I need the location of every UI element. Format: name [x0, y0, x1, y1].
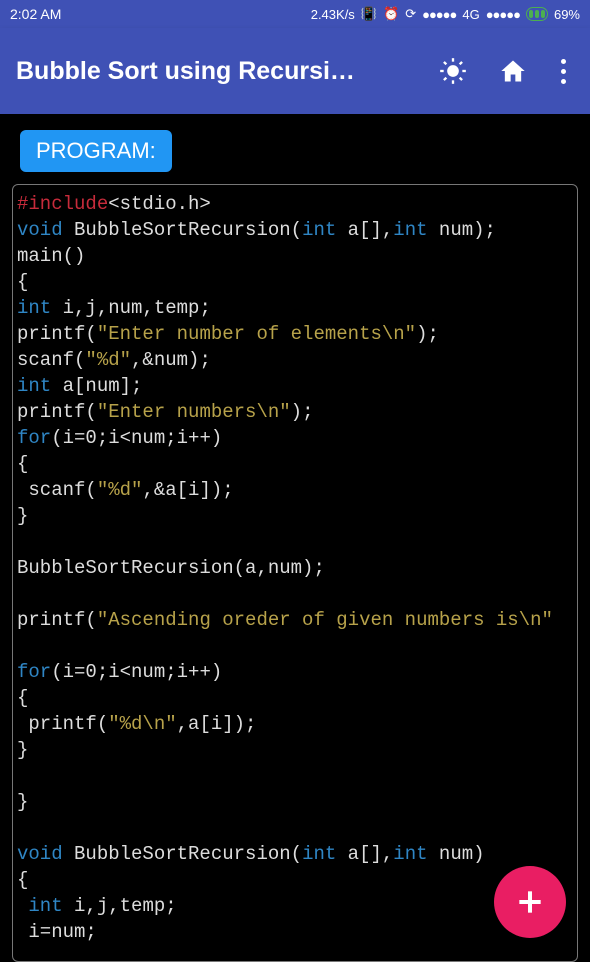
content-area: PROGRAM: #include<stdio.h> void BubbleSo…	[0, 114, 590, 962]
status-right-cluster: 2.43K/s 📳 ⏰ ⟳ ●●●●● 4G ●●●●● 69%	[311, 6, 580, 22]
code-token: i=num;	[17, 921, 97, 943]
code-token: ,&num);	[131, 349, 211, 371]
code-token: {	[17, 687, 28, 709]
code-token: int	[393, 219, 427, 241]
code-token	[17, 895, 28, 917]
code-token: ,a[i]);	[177, 713, 257, 735]
code-token: printf(	[17, 609, 97, 631]
code-token: {	[17, 453, 28, 475]
code-token: "Enter numbers\n"	[97, 401, 291, 423]
code-token: BubbleSortRecursion(	[63, 219, 302, 241]
code-token: int	[17, 297, 51, 319]
code-token: scanf(	[17, 479, 97, 501]
code-token: "%d\n"	[108, 713, 176, 735]
code-token: scanf(	[17, 349, 85, 371]
code-token: a[],	[336, 219, 393, 241]
status-battery-pct: 69%	[554, 7, 580, 22]
alarm-icon: ⏰	[383, 6, 399, 22]
brightness-icon[interactable]	[437, 55, 469, 87]
code-token: printf(	[17, 713, 108, 735]
code-token: int	[393, 843, 427, 865]
code-token: num)	[428, 843, 485, 865]
code-token: );	[416, 323, 439, 345]
code-token: (i=0;i<num;i++)	[51, 427, 222, 449]
home-icon[interactable]	[497, 55, 529, 87]
code-token: a[],	[336, 843, 393, 865]
add-fab[interactable]	[494, 866, 566, 938]
sync-icon: ⟳	[405, 6, 416, 22]
battery-icon	[526, 7, 548, 21]
code-token: i,j,temp;	[63, 895, 177, 917]
code-token: }	[17, 505, 28, 527]
code-token: #include	[17, 193, 108, 215]
status-network-label: 4G	[462, 7, 479, 22]
code-token: (i=0;i<num;i++)	[51, 661, 222, 683]
code-token: {	[17, 271, 28, 293]
code-token: for	[17, 661, 51, 683]
code-token: a[num];	[51, 375, 142, 397]
code-token: int	[302, 843, 336, 865]
code-token: "Enter number of elements\n"	[97, 323, 416, 345]
code-token: for	[17, 427, 51, 449]
code-token: int	[28, 895, 62, 917]
code-token: printf(	[17, 323, 97, 345]
app-bar: Bubble Sort using Recursi…	[0, 28, 590, 114]
code-token: }	[17, 739, 28, 761]
code-token: );	[291, 401, 314, 423]
program-section-label: PROGRAM:	[20, 130, 172, 172]
code-block[interactable]: #include<stdio.h> void BubbleSortRecursi…	[12, 184, 578, 962]
code-token: BubbleSortRecursion(a,num);	[17, 557, 325, 579]
code-token: i,j,num,temp;	[51, 297, 211, 319]
code-token: void	[17, 219, 63, 241]
code-token: "%d"	[97, 479, 143, 501]
code-token: ,&a[i]);	[142, 479, 233, 501]
code-token: {	[17, 869, 28, 891]
code-token: "%d"	[85, 349, 131, 371]
code-token: int	[302, 219, 336, 241]
code-token: int	[17, 375, 51, 397]
code-token: main()	[17, 245, 85, 267]
signal-icon: ●●●●●	[422, 7, 456, 22]
code-token: "Ascending oreder of given numbers is\n"	[97, 609, 553, 631]
signal-icon-2: ●●●●●	[486, 7, 520, 22]
code-token: BubbleSortRecursion(	[63, 843, 302, 865]
code-token: }	[17, 791, 28, 813]
overflow-menu-icon[interactable]	[557, 55, 570, 88]
page-title: Bubble Sort using Recursi…	[16, 57, 425, 86]
vibrate-icon: 📳	[361, 6, 377, 22]
code-token: printf(	[17, 401, 97, 423]
status-net-speed: 2.43K/s	[311, 7, 355, 22]
status-time: 2:02 AM	[10, 6, 61, 22]
code-token: <stdio.h>	[108, 193, 211, 215]
status-bar: 2:02 AM 2.43K/s 📳 ⏰ ⟳ ●●●●● 4G ●●●●● 69%	[0, 0, 590, 28]
code-token: num);	[428, 219, 496, 241]
code-token: void	[17, 843, 63, 865]
